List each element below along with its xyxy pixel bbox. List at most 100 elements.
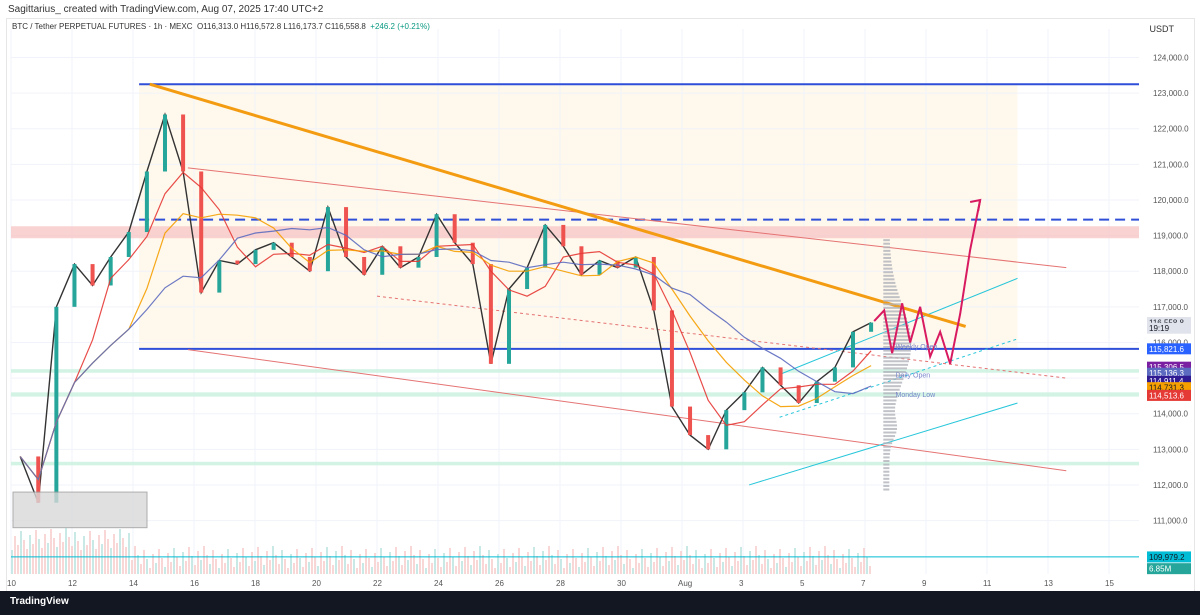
volume-bar [524, 566, 526, 574]
volume-bar [791, 562, 793, 574]
support-zone [11, 461, 1139, 466]
volume-profile-bar [883, 388, 900, 391]
volume-bar [218, 568, 220, 574]
volume-bar [809, 547, 811, 574]
volume-profile-bar [883, 481, 890, 484]
candle [869, 322, 874, 332]
volume-bar [260, 556, 262, 574]
volume-bar [446, 562, 448, 574]
volume-bar [836, 559, 838, 574]
candle [579, 246, 584, 275]
volume-bar [302, 567, 304, 574]
volume-bar [332, 565, 334, 574]
volume-bar [575, 558, 577, 574]
volume-bar [755, 546, 757, 574]
volume-bar [800, 566, 802, 574]
volume-bar [680, 551, 682, 574]
x-tick-label: 18 [251, 579, 260, 588]
volume-bar [104, 530, 106, 574]
volume-bar [569, 563, 571, 574]
volume-bar [752, 560, 754, 574]
candle [434, 214, 439, 257]
volume-bar [176, 557, 178, 574]
volume-profile-bar [883, 267, 893, 270]
volume-bar [305, 553, 307, 574]
volume-bar [713, 558, 715, 574]
candle [488, 264, 493, 364]
volume-bar [767, 559, 769, 574]
volume-bar [788, 553, 790, 574]
volume-bar [344, 555, 346, 574]
symbol-name[interactable]: BTC / Tether PERPETUAL FUTURES · 1h · ME… [12, 22, 192, 31]
candle [235, 260, 240, 265]
candle [796, 385, 801, 404]
y-tick-label: 118,000.0 [1153, 267, 1189, 276]
tradingview-brand[interactable]: TradingView [10, 596, 69, 607]
volume-bar [383, 557, 385, 574]
volume-bar [134, 546, 136, 574]
volume-profile-bar [883, 413, 896, 416]
volume-bar [716, 567, 718, 574]
volume-bar [68, 537, 70, 574]
annotation-label: Monday Low [896, 392, 937, 399]
volume-profile-bar [883, 292, 899, 295]
highlight-box [12, 491, 148, 529]
volume-profile-bar [883, 385, 901, 388]
volume-bar [287, 568, 289, 574]
volume-bar [188, 547, 190, 574]
chart-area[interactable]: 124,000.0 123,000.0 122,000.0 121,000.0 120,… [6, 18, 1195, 592]
volume-bar [674, 556, 676, 574]
volume-bar [467, 556, 469, 574]
volume-bar [527, 552, 529, 574]
volume-profile-bar [883, 249, 891, 252]
volume-bar [296, 549, 298, 574]
volume-profile-bar [883, 281, 896, 284]
candle [561, 224, 566, 247]
volume-bar [173, 548, 175, 574]
volume-bar [626, 550, 628, 574]
volume-profile-bar [883, 296, 900, 299]
candle [506, 289, 511, 364]
volume-bar [785, 567, 787, 574]
volume-profile-bar [883, 431, 897, 434]
volume-bar [851, 558, 853, 574]
x-tick-label: 16 [190, 579, 199, 588]
volume-bar [797, 557, 799, 574]
volume-bar [140, 564, 142, 574]
volume-bar [629, 559, 631, 574]
price-axis-label-text: 109,979.2 [1149, 553, 1185, 562]
volume-profile-bar [883, 363, 909, 366]
volume-bar [113, 534, 115, 574]
volume-bar [500, 563, 502, 574]
volume-bar [122, 538, 124, 574]
volume-bar [29, 535, 31, 574]
volume-bar [833, 550, 835, 574]
y-tick-label: 112,000.0 [1153, 481, 1189, 490]
y-tick-label: 114,000.0 [1153, 410, 1189, 419]
volume-bar [641, 549, 643, 574]
volume-profile-bar [883, 313, 906, 316]
price-chart-svg[interactable]: 124,000.0 123,000.0 122,000.0 121,000.0 120,… [7, 19, 1194, 591]
support-zone [11, 392, 1139, 397]
volume-bar [320, 552, 322, 574]
volume-bar [581, 553, 583, 574]
volume-bar [689, 555, 691, 574]
volume-profile-bar [883, 427, 898, 430]
volume-profile-bar [883, 271, 894, 274]
volume-profile-bar [883, 424, 898, 427]
volume-bar [443, 553, 445, 574]
volume-bar [236, 553, 238, 574]
y-tick-label: 111,000.0 [1153, 517, 1188, 526]
price-axis-label: 19:19 [1147, 322, 1191, 334]
volume-bar [41, 548, 43, 574]
volume-bar [683, 560, 685, 574]
volume-bar [584, 562, 586, 574]
volume-bar [110, 548, 112, 574]
x-tick-label: 20 [312, 579, 321, 588]
volume-profile-bar [883, 356, 910, 359]
volume-bar [131, 560, 133, 574]
volume-profile-bar [883, 410, 895, 413]
volume-bar [530, 561, 532, 574]
volume-bar [692, 564, 694, 574]
volume-bar [824, 546, 826, 574]
